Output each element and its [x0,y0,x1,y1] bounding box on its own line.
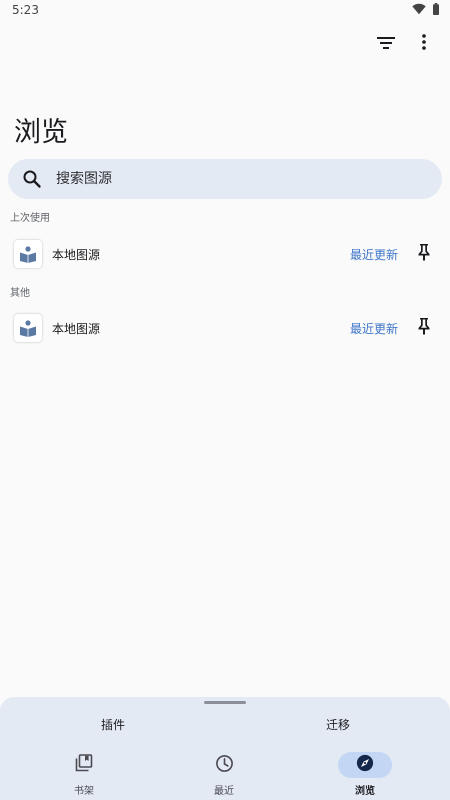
nav-label: 书架 [74,786,94,797]
explore-icon [356,754,374,776]
page-title: 浏览 [14,117,68,148]
latest-button[interactable]: 最近更新 [350,246,398,263]
battery-icon [432,3,440,15]
tab-extensions[interactable]: 插件 [63,716,163,733]
more-options-button[interactable] [408,30,440,58]
status-bar: 5:23 [0,0,450,22]
section-header-other: 其他 [10,288,30,299]
latest-button[interactable]: 最近更新 [350,320,398,337]
search-icon [22,169,42,189]
nav-item-library[interactable]: 书架 [44,749,124,799]
nav-icon-container-active [338,752,392,778]
top-bar-actions [370,30,440,58]
drag-handle[interactable] [204,701,246,704]
source-name: 本地图源 [52,321,101,336]
status-time: 5:23 [12,3,39,17]
pin-button[interactable] [412,316,436,340]
more-vert-icon [421,34,427,54]
source-name: 本地图源 [52,247,101,262]
filter-icon [377,35,395,54]
pin-button[interactable] [412,242,436,266]
history-icon [215,754,234,777]
tab-migrate[interactable]: 迁移 [288,716,388,733]
bottom-sheet: 插件 迁移 书架 最近 浏览 [0,697,450,800]
local-source-logo [14,314,42,342]
source-row-last-used[interactable]: 本地图源 最近更新 [0,234,450,274]
pin-icon [417,317,431,339]
search-bar[interactable] [8,159,442,199]
library-icon [75,754,93,776]
nav-item-browse[interactable]: 浏览 [325,749,405,799]
source-row-other[interactable]: 本地图源 最近更新 [0,308,450,348]
search-input[interactable] [56,171,396,187]
status-icons [412,3,440,15]
nav-label: 浏览 [355,786,375,797]
section-header-last-used: 上次使用 [10,213,50,224]
nav-label: 最近 [214,786,234,797]
wifi-icon [412,3,426,15]
local-source-logo [14,240,42,268]
filter-button[interactable] [370,30,402,58]
nav-icon-container [57,752,111,778]
pin-icon [417,243,431,265]
browse-screen: 5:23 浏览 搜索图源 上次使用 本地图源 最近更新 其他 本地图源 最近更新… [0,0,450,800]
nav-item-history[interactable]: 最近 [184,749,264,799]
nav-icon-container [197,752,251,778]
